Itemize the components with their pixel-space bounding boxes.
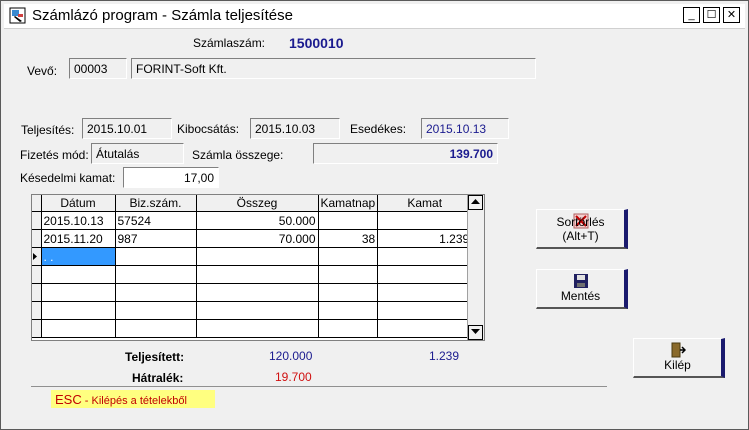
remaining-amount: 19.700	[275, 370, 312, 384]
table-row[interactable]	[32, 301, 473, 320]
arrow-down-icon	[471, 329, 480, 334]
cell-amount[interactable]: 70.000	[196, 229, 319, 248]
cell-doc-number[interactable]: 57524	[115, 211, 197, 230]
remaining-label: Hátralék:	[132, 371, 184, 385]
fulfillment-date-field: 2015.10.01	[82, 118, 172, 139]
main-window: Számlázó program - Számla teljesítése _ …	[0, 0, 749, 430]
column-header-interest[interactable]: Kamat	[377, 195, 473, 212]
hint-text: - Kilépés a tételekből	[81, 395, 187, 407]
invoice-number: 1500010	[289, 35, 344, 51]
title-bar: Számlázó program - Számla teljesítése _ …	[4, 4, 745, 29]
row-indicator	[32, 229, 42, 248]
table-row[interactable]	[32, 319, 473, 338]
invoice-number-label: Számlaszám:	[193, 36, 266, 50]
current-row-indicator	[32, 247, 42, 266]
payment-method-label: Fizetés mód:	[20, 148, 89, 162]
table-row[interactable]	[32, 283, 473, 302]
payments-table: Dátum Biz.szám. Összeg Kamatnap Kamat 20…	[32, 195, 473, 338]
table-row-new[interactable]: . .	[32, 247, 473, 266]
maximize-button[interactable]: ☐	[703, 7, 720, 23]
sort-delete-label: Sortörlés (Alt+T)	[556, 215, 605, 243]
close-button[interactable]: ✕	[723, 7, 740, 23]
buyer-label: Vevő:	[27, 64, 58, 78]
cell-interest[interactable]	[377, 211, 473, 230]
table-row[interactable]	[32, 265, 473, 284]
fulfilled-amount: 120.000	[269, 349, 313, 363]
scroll-down-button[interactable]	[468, 325, 483, 340]
cell-interest[interactable]	[377, 247, 473, 266]
issue-date-field: 2015.10.03	[250, 118, 340, 139]
due-date-field: 2015.10.13	[421, 118, 509, 139]
table-row[interactable]: 2015.10.13 57524 50.000	[32, 211, 473, 230]
cell-interest-days[interactable]: 38	[318, 229, 379, 248]
floppy-disk-icon	[574, 274, 588, 288]
payment-method-field: Átutalás	[91, 143, 184, 164]
due-label: Esedékes:	[350, 122, 407, 136]
separator-line	[31, 386, 607, 387]
cell-amount[interactable]	[196, 247, 319, 266]
arrow-up-icon	[471, 199, 480, 204]
esc-hint: ESC - Kilépés a tételekből	[51, 390, 215, 408]
buyer-code-field[interactable]: 00003	[69, 58, 127, 79]
sort-delete-button[interactable]: Sortörlés (Alt+T)	[536, 209, 628, 249]
cell-doc-number[interactable]: 987	[115, 229, 197, 248]
invoice-amount-label: Számla összege:	[192, 148, 284, 162]
column-header-doc-number[interactable]: Biz.szám.	[115, 195, 197, 212]
cell-date[interactable]: 2015.10.13	[41, 211, 116, 230]
save-button[interactable]: Mentés	[536, 269, 628, 309]
arrow-right-icon	[33, 252, 37, 260]
cell-date-new[interactable]: . .	[41, 247, 116, 266]
fulfilled-label: Teljesített:	[125, 350, 185, 364]
scroll-up-button[interactable]	[468, 195, 483, 210]
minimize-button[interactable]: _	[683, 7, 700, 23]
fulfillment-label: Teljesítés:	[21, 123, 75, 137]
cell-amount[interactable]: 50.000	[196, 211, 319, 230]
window-title: Számlázó program - Számla teljesítése	[32, 7, 293, 24]
late-interest-label: Késedelmi kamat:	[20, 171, 116, 185]
row-indicator	[32, 211, 42, 230]
cell-interest[interactable]: 1.239	[377, 229, 473, 248]
cell-doc-number[interactable]	[115, 247, 197, 266]
cell-date[interactable]: 2015.11.20	[41, 229, 116, 248]
fulfilled-interest: 1.239	[429, 349, 460, 363]
hint-key: ESC	[55, 392, 82, 407]
issue-label: Kibocsátás:	[177, 122, 240, 136]
column-header-date[interactable]: Dátum	[41, 195, 116, 212]
cell-interest-days[interactable]	[318, 247, 379, 266]
row-indicator-header	[32, 195, 42, 212]
invoice-amount-field: 139.700	[313, 143, 498, 164]
payments-grid[interactable]: Dátum Biz.szám. Összeg Kamatnap Kamat 20…	[31, 194, 485, 341]
app-icon	[9, 7, 26, 24]
vertical-scrollbar[interactable]	[467, 195, 484, 340]
cell-interest-days[interactable]	[318, 211, 379, 230]
exit-door-icon	[671, 342, 686, 358]
column-header-interest-days[interactable]: Kamatnap	[318, 195, 379, 212]
buyer-name-field: FORINT-Soft Kft.	[131, 58, 536, 79]
table-header-row: Dátum Biz.szám. Összeg Kamatnap Kamat	[32, 195, 473, 212]
table-row[interactable]: 2015.11.20 987 70.000 38 1.239	[32, 229, 473, 248]
column-header-amount[interactable]: Összeg	[196, 195, 319, 212]
late-interest-input[interactable]: 17,00	[123, 167, 219, 188]
save-label: Mentés	[560, 289, 601, 303]
exit-button[interactable]: Kilép	[633, 338, 725, 378]
exit-label: Kilép	[664, 358, 691, 372]
